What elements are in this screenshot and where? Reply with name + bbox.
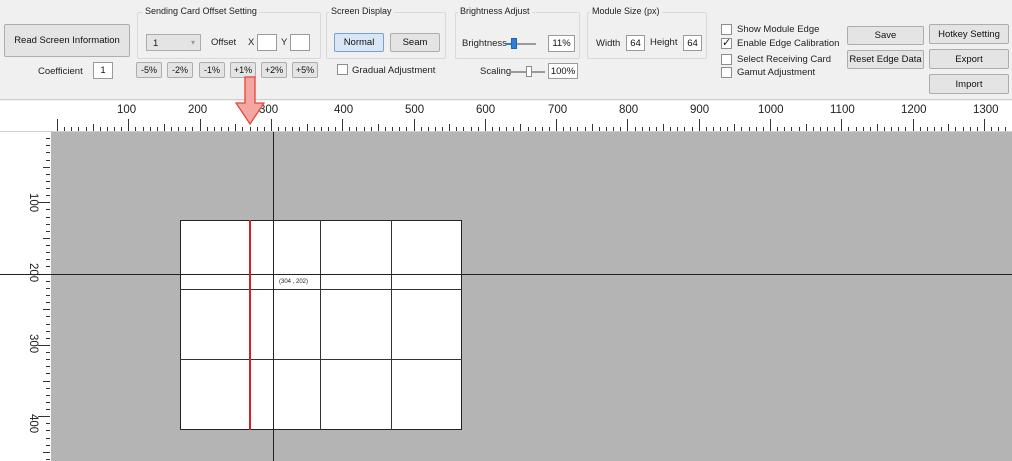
sending-card-select[interactable]: 1 ▾	[146, 34, 201, 51]
ruler-label-x-200: 200	[188, 104, 208, 116]
module-width-label: Width	[596, 38, 621, 49]
export-button[interactable]: Export	[929, 49, 1009, 69]
crosshair-horizontal	[0, 274, 1012, 275]
brightness-adjust-title: Brightness Adjust	[458, 6, 532, 16]
ruler-label-y-200: 200	[27, 263, 39, 283]
down-arrow-icon	[235, 76, 265, 126]
ruler-label-y-100: 100	[27, 193, 39, 213]
import-button[interactable]: Import	[929, 74, 1009, 94]
coefficient-label: Coefficient	[38, 66, 83, 77]
ruler-label-x-700: 700	[548, 104, 568, 116]
brightness-slider-thumb[interactable]	[511, 38, 517, 49]
normal-display-button[interactable]: Normal	[334, 33, 384, 52]
gradual-adjustment-label: Gradual Adjustment	[352, 65, 436, 76]
ruler-label-x-1200: 1200	[901, 104, 927, 116]
offset-y-label: Y	[281, 37, 288, 48]
show-module-edge-checkbox[interactable]	[721, 24, 732, 35]
gamut-adjustment-label: Gamut Adjustment	[737, 67, 816, 78]
offset-y-input[interactable]	[290, 34, 310, 51]
vertical-ruler	[19, 132, 51, 461]
brightness-value[interactable]: 11%	[548, 35, 575, 52]
ruler-label-x-1000: 1000	[758, 104, 784, 116]
screen-display-title: Screen Display	[329, 6, 394, 16]
edge-calibration-line[interactable]	[249, 220, 251, 430]
offset-minus-2-button[interactable]: -2%	[167, 62, 193, 78]
module-size-title: Module Size (px)	[590, 6, 662, 16]
toolbar: Read Screen Information Coefficient 1 Se…	[0, 0, 1012, 100]
module-column-divider	[391, 220, 392, 430]
ruler-label-x-400: 400	[334, 104, 354, 116]
enable-edge-calibration-label: Enable Edge Calibration	[737, 38, 840, 49]
ruler-label-x-100: 100	[117, 104, 137, 116]
module-row-divider	[180, 359, 462, 360]
hotkey-setting-button[interactable]: Hotkey Setting	[929, 24, 1009, 44]
enable-edge-calibration-checkbox[interactable]	[721, 38, 732, 49]
offset-minus-5-button[interactable]: -5%	[136, 62, 162, 78]
gamut-adjustment-checkbox[interactable]	[721, 67, 732, 78]
scaling-value[interactable]: 100%	[548, 63, 578, 79]
sending-card-select-value: 1	[153, 38, 159, 49]
ruler-label-y-400: 400	[27, 414, 39, 434]
module-column-divider	[320, 220, 321, 430]
ruler-label-x-600: 600	[476, 104, 496, 116]
ruler-label-x-900: 900	[690, 104, 710, 116]
sending-card-offset-title: Sending Card Offset Setting	[143, 6, 259, 16]
horizontal-ruler-ticks	[57, 119, 1006, 131]
chevron-down-icon: ▾	[190, 38, 195, 47]
offset-minus-1-button[interactable]: -1%	[199, 62, 225, 78]
left-strip	[0, 132, 19, 461]
module-row-divider	[180, 289, 462, 290]
vertical-ruler-ticks	[38, 138, 50, 460]
offset-plus-5-button[interactable]: +5%	[292, 62, 318, 78]
gradual-adjustment-checkbox[interactable]	[337, 64, 348, 75]
module-width-input[interactable]: 64	[626, 35, 645, 51]
scaling-slider-thumb[interactable]	[526, 66, 532, 77]
show-module-edge-label: Show Module Edge	[737, 24, 820, 35]
select-receiving-card-checkbox[interactable]	[721, 54, 732, 65]
ruler-label-x-1100: 1100	[830, 104, 855, 116]
horizontal-ruler	[0, 101, 1012, 132]
ruler-label-y-300: 300	[27, 334, 39, 354]
brightness-label: Brightness	[462, 38, 507, 49]
ruler-label-x-800: 800	[619, 104, 639, 116]
scaling-label: Scaling	[480, 66, 512, 77]
read-screen-information-button[interactable]: Read Screen Information	[4, 24, 130, 57]
save-button[interactable]: Save	[847, 26, 924, 45]
ruler-label-x-1300: 1300	[973, 104, 999, 116]
seam-display-button[interactable]: Seam	[390, 33, 440, 52]
offset-x-label: X	[248, 37, 255, 48]
crosshair-vertical	[273, 132, 274, 461]
offset-x-input[interactable]	[257, 34, 277, 51]
cursor-coordinate-readout: (304 , 202)	[279, 279, 309, 285]
led-screen-preview[interactable]	[180, 220, 462, 430]
ruler-label-x-500: 500	[405, 104, 425, 116]
module-height-input[interactable]: 64	[683, 35, 702, 51]
coefficient-input[interactable]: 1	[93, 62, 113, 79]
offset-label: Offset	[211, 37, 237, 48]
module-height-label: Height	[650, 37, 678, 48]
reset-edge-data-button[interactable]: Reset Edge Data	[847, 50, 924, 69]
select-receiving-card-label: Select Receiving Card	[737, 54, 831, 65]
